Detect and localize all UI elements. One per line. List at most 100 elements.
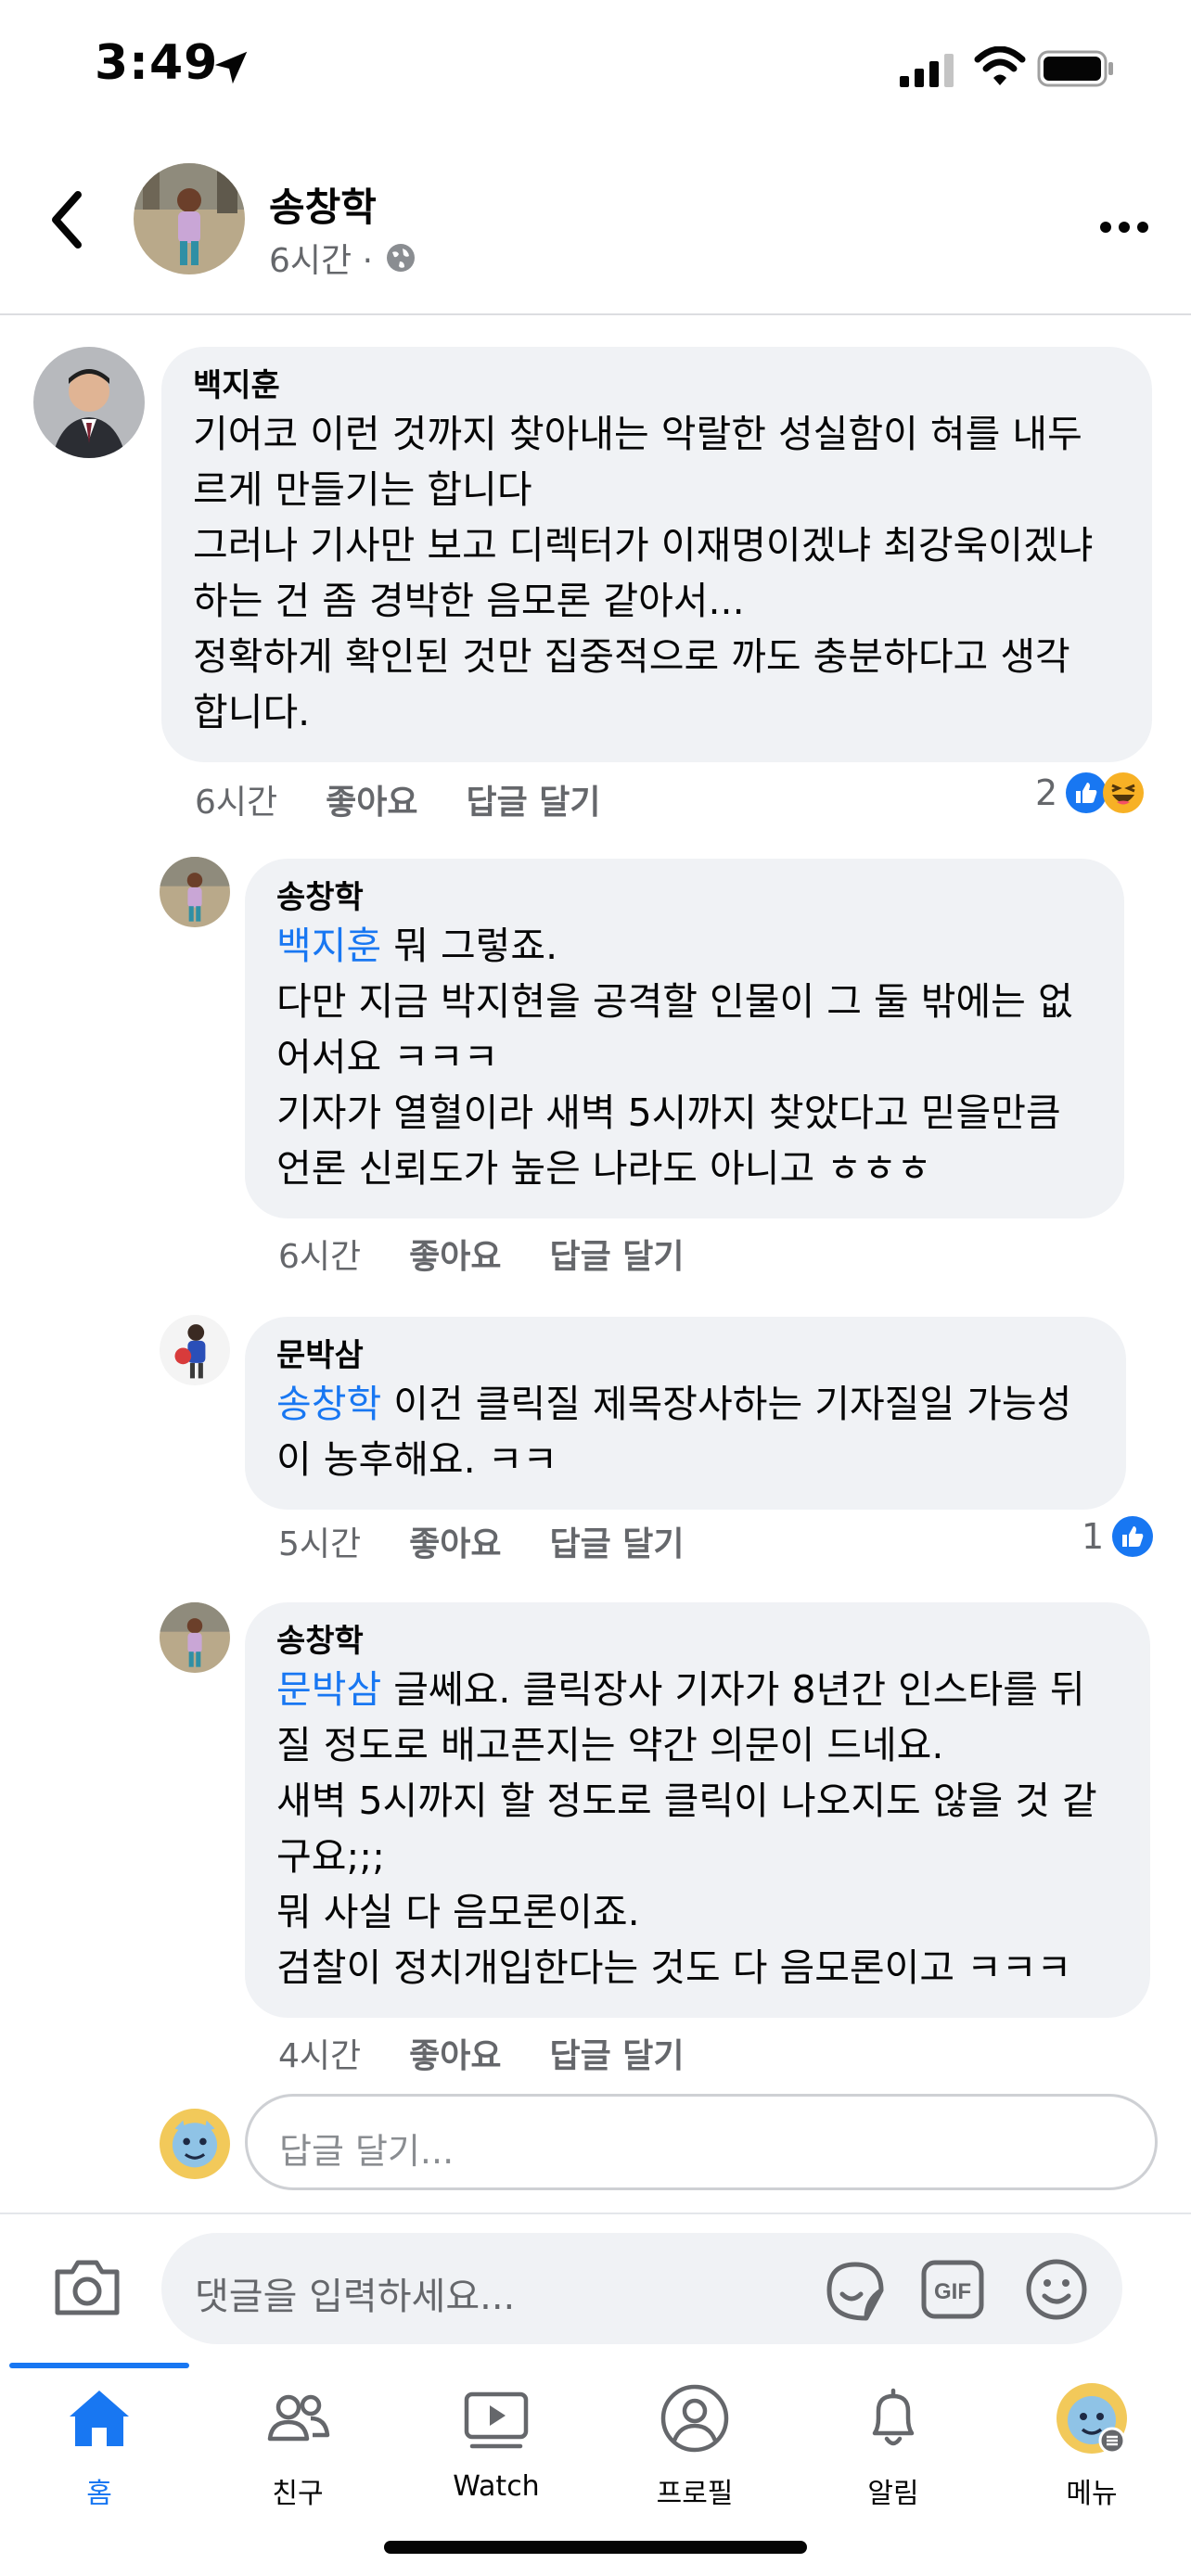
comment-time: 4시간: [278, 2037, 362, 2075]
commenter-avatar[interactable]: [160, 857, 230, 927]
status-bar: 3:49: [0, 0, 1191, 139]
wifi-icon: [974, 46, 1026, 85]
home-icon: [70, 2391, 129, 2446]
reply-button[interactable]: 답글 달기: [550, 1230, 685, 1278]
comment-text-line: 새벽 5시까지 할 정도로 클릭이 나오지도 않을 것 같: [276, 1779, 1097, 1823]
location-arrow-icon: [214, 51, 248, 84]
sticker-icon[interactable]: [820, 2257, 890, 2324]
comment-bubble: 백지훈 기어코 이런 것까지 찾아내는 악랄한 성실함이 혀를 내두 르게 만들…: [161, 347, 1152, 762]
comment-text-line: 그러나 기사만 보고 디렉터가 이재명이겠냐 최강욱이겠냐: [193, 523, 1094, 567]
like-button[interactable]: 좋아요: [409, 1517, 501, 1565]
reaction-summary[interactable]: 1: [1082, 1515, 1154, 1558]
like-button[interactable]: 좋아요: [409, 1230, 501, 1278]
emoji-icon[interactable]: [1024, 2257, 1089, 2322]
comment-author[interactable]: 송창학: [276, 1621, 1119, 1662]
tab-home[interactable]: 홈: [11, 2381, 187, 2511]
comment-text-line: 문박삼 글쎄요. 클릭장사 기자가 8년간 인스타를 뒤: [276, 1667, 1085, 1712]
mention-link[interactable]: 백지훈: [276, 924, 381, 968]
comment-text-line: 기자가 열혈이라 새벽 5시까지 찾았다고 믿을만큼: [276, 1090, 1061, 1135]
comment-author[interactable]: 백지훈: [193, 365, 1121, 406]
comment-bubble: 송창학 문박삼 글쎄요. 클릭장사 기자가 8년간 인스타를 뒤 질 정도로 배…: [245, 1602, 1150, 2018]
comment-text-line: 질 정도로 배고픈지는 약간 의문이 드네요.: [276, 1723, 944, 1767]
reply-input[interactable]: 답글 달기...: [245, 2094, 1158, 2190]
comment-text-line: 기어코 이런 것까지 찾아내는 악랄한 성실함이 혀를 내두: [193, 412, 1082, 456]
comment-time: 6시간: [195, 784, 278, 822]
my-avatar: [160, 2109, 230, 2179]
post-author-avatar[interactable]: [134, 163, 245, 274]
more-options-icon[interactable]: [1096, 213, 1152, 241]
mention-link[interactable]: 송창학: [276, 1382, 381, 1426]
haha-reaction-icon: [1103, 772, 1145, 813]
active-tab-indicator: [9, 2363, 189, 2368]
comment-author[interactable]: 송창학: [276, 877, 1093, 918]
comment-time: 6시간: [278, 1238, 362, 1276]
friends-icon: [267, 2394, 330, 2442]
tab-menu[interactable]: 메뉴: [1004, 2381, 1180, 2511]
tab-label: 홈: [86, 2478, 112, 2510]
commenter-avatar[interactable]: [160, 1602, 230, 1673]
comment-text-line: 르게 만들기는 합니다: [193, 467, 532, 512]
comment-text-line: 합니다.: [193, 690, 311, 734]
cellular-signal-icon: [900, 54, 954, 87]
comment-text-line: 송창학 이건 클릭질 제목장사하는 기자질일 가능성: [276, 1382, 1072, 1426]
reply-button[interactable]: 답글 달기: [550, 2029, 685, 2077]
comment-input[interactable]: 댓글을 입력하세요... GIF: [161, 2233, 1122, 2344]
tab-watch[interactable]: Watch: [408, 2381, 584, 2511]
reaction-summary[interactable]: 2: [1035, 772, 1145, 814]
status-time: 3:49: [95, 35, 219, 91]
tab-friends[interactable]: 친구: [210, 2381, 386, 2511]
reaction-count: 2: [1035, 772, 1058, 813]
profile-icon: [660, 2384, 729, 2453]
tab-profile[interactable]: 프로필: [607, 2381, 783, 2511]
tab-notifications[interactable]: 알림: [805, 2381, 981, 2511]
post-time: 6시간 ·: [269, 242, 374, 280]
home-indicator: [384, 2541, 807, 2554]
comment-actions: 6시간 좋아요 답글 달기: [195, 775, 649, 823]
tab-label: 프로필: [656, 2478, 734, 2510]
comment-author[interactable]: 문박삼: [276, 1335, 1095, 1376]
camera-icon[interactable]: [52, 2255, 122, 2318]
comment-text-line: 어서요 ㅋㅋㅋ: [276, 1035, 499, 1079]
comment-text-line: 백지훈 뭐 그렇죠.: [276, 924, 558, 968]
comment-text-line: 뭐 사실 다 음모론이죠.: [276, 1890, 640, 1934]
comment-input-placeholder: 댓글을 입력하세요...: [195, 2276, 516, 2318]
comment-text-line: 다만 지금 박지현을 공격할 인물이 그 둘 밖에는 없: [276, 979, 1073, 1024]
comment-actions: 4시간 좋아요 답글 달기: [278, 2029, 733, 2077]
comment-text-line: 정확하게 확인된 것만 집중적으로 까도 충분하다고 생각: [193, 634, 1070, 679]
comment-text-line: 하는 건 좀 경박한 음모론 같아서...: [193, 579, 745, 623]
post-meta: 6시간 ·: [269, 234, 417, 282]
reply-button[interactable]: 답글 달기: [467, 775, 601, 823]
back-chevron-icon[interactable]: [45, 187, 91, 252]
reply-button[interactable]: 답글 달기: [550, 1517, 685, 1565]
comment-composer: 댓글을 입력하세요... GIF: [0, 2213, 1191, 2363]
like-button[interactable]: 좋아요: [409, 2029, 501, 2077]
tab-label: Watch: [453, 2470, 540, 2503]
comment-text-line: 검찰이 정치개입한다는 것도 다 음모론이고 ㅋㅋㅋ: [276, 1945, 1072, 1990]
reply-input-placeholder: 답글 달기...: [279, 2131, 455, 2172]
comment-text-line: 언론 신뢰도가 높은 나라도 아니고 ㅎㅎㅎ: [276, 1146, 932, 1191]
battery-icon: [1037, 50, 1113, 87]
commenter-avatar[interactable]: [33, 347, 145, 458]
gif-icon[interactable]: GIF: [920, 2259, 985, 2320]
like-button[interactable]: 좋아요: [326, 775, 417, 823]
globe-icon: [387, 244, 416, 272]
comment-bubble: 문박삼 송창학 이건 클릭질 제목장사하는 기자질일 가능성 이 농후해요. ㅋ…: [245, 1317, 1126, 1510]
comment-text-line: 이 농후해요. ㅋㅋ: [276, 1437, 558, 1482]
tab-label: 친구: [272, 2478, 324, 2510]
post-author-name[interactable]: 송창학: [269, 176, 377, 233]
mention-link[interactable]: 문박삼: [276, 1667, 381, 1712]
comment-time: 5시간: [278, 1525, 362, 1563]
commenter-avatar[interactable]: [160, 1315, 230, 1385]
post-header: 송창학 6시간 ·: [0, 139, 1191, 315]
tab-label: 메뉴: [1066, 2478, 1118, 2510]
like-reaction-icon: [1112, 1516, 1154, 1557]
bell-icon: [872, 2388, 915, 2446]
svg-text:GIF: GIF: [934, 2279, 971, 2304]
watch-icon: [464, 2391, 529, 2449]
comment-text-line: 구요;;;: [276, 1834, 385, 1879]
comment-actions: 5시간 좋아요 답글 달기: [278, 1517, 733, 1565]
tab-label: 알림: [867, 2478, 919, 2510]
menu-avatar-icon: [1057, 2383, 1127, 2455]
reaction-count: 1: [1082, 1516, 1105, 1557]
comment-actions: 6시간 좋아요 답글 달기: [278, 1230, 733, 1278]
